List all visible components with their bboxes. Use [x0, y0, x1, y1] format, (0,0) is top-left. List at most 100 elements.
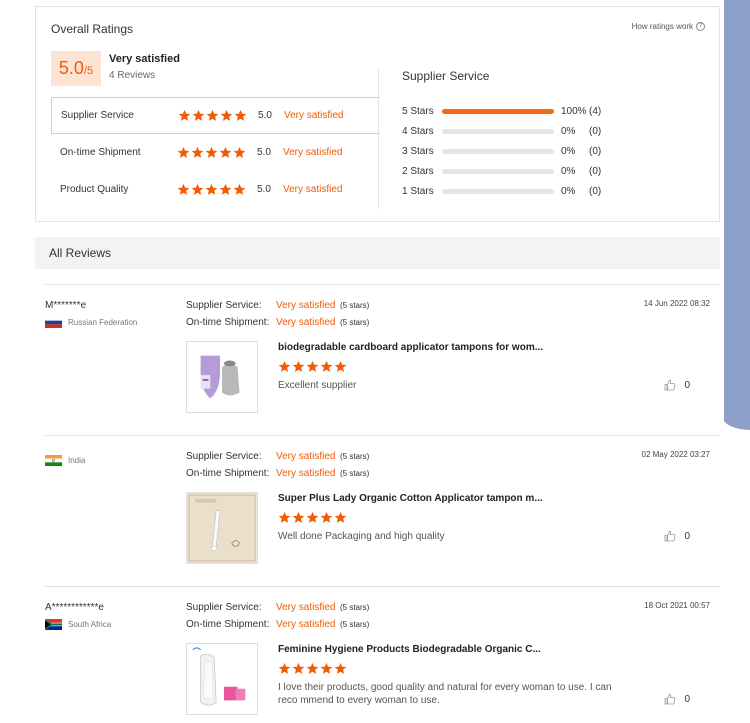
breakdown-bar	[442, 128, 554, 134]
star-icon	[177, 183, 190, 196]
star-icon	[306, 662, 319, 675]
breakdown-percent: 100%	[561, 105, 587, 117]
breakdown-count: (0)	[589, 165, 602, 177]
meta-label: On-time Shipment:	[186, 468, 270, 479]
like-button[interactable]: 0	[664, 530, 690, 542]
star-icon	[177, 146, 190, 159]
star-icon	[178, 109, 191, 122]
star-icon	[205, 146, 218, 159]
side-decoration	[722, 0, 750, 430]
breakdown-row[interactable]: 3 Stars 0% (0)	[402, 141, 632, 161]
category-row-product-quality[interactable]: Product Quality 5.0 Very satisfied	[51, 171, 380, 208]
meta-label: Supplier Service:	[186, 602, 262, 613]
category-score: 5.0	[257, 184, 271, 195]
reviewer-country: South Africa	[45, 619, 111, 630]
star-icon	[219, 146, 232, 159]
star-icon	[233, 146, 246, 159]
meta-stars: (5 stars)	[340, 469, 370, 478]
like-button[interactable]: 0	[664, 693, 690, 705]
product-title-link[interactable]: Super Plus Lady Organic Cotton Applicato…	[278, 493, 543, 504]
review-stars	[278, 662, 347, 675]
star-icon	[320, 662, 333, 675]
product-thumbnail[interactable]	[186, 643, 258, 715]
product-title-link[interactable]: Feminine Hygiene Products Biodegradable …	[278, 644, 541, 655]
rating-categories: Supplier Service 5.0 Very satisfied On-t…	[51, 97, 380, 208]
star-icon	[334, 511, 347, 524]
review-text: Well done Packaging and high quality	[278, 531, 445, 542]
thumbs-up-icon[interactable]	[664, 693, 676, 705]
breakdown-count: (0)	[589, 145, 602, 157]
review-date: 02 May 2022 03:27	[641, 450, 711, 459]
star-icon	[334, 662, 347, 675]
help-icon[interactable]: ?	[696, 22, 705, 31]
star-icon	[306, 511, 319, 524]
review-card: A************e South Africa Supplier Ser…	[45, 586, 720, 723]
star-icon	[278, 360, 291, 373]
on-time-shipment-rating: On-time Shipment: Very satisfied (5 star…	[186, 619, 369, 630]
divider	[378, 69, 379, 209]
review-text: Excellent supplier	[278, 380, 357, 391]
category-score: 5.0	[258, 110, 272, 121]
product-thumbnail[interactable]	[186, 341, 258, 413]
reviews-page: Overall Ratings How ratings work ? 5.0 /…	[35, 0, 724, 723]
breakdown-count: (0)	[589, 185, 602, 197]
category-stars	[178, 109, 247, 122]
breakdown-label: 3 Stars	[402, 145, 434, 157]
breakdown-label: 4 Stars	[402, 125, 434, 137]
review-card: India Supplier Service: Very satisfied (…	[45, 435, 720, 585]
reviewer-name: A************e	[45, 602, 104, 613]
overall-review-count: 4 Reviews	[109, 70, 156, 81]
thumbs-up-icon[interactable]	[664, 379, 676, 391]
like-count: 0	[684, 693, 690, 705]
star-icon	[234, 109, 247, 122]
product-title-link[interactable]: biodegradable cardboard applicator tampo…	[278, 342, 543, 353]
meta-label: Supplier Service:	[186, 451, 262, 462]
star-icon	[191, 146, 204, 159]
breakdown-percent: 0%	[561, 185, 576, 197]
star-icon	[334, 360, 347, 373]
star-icon	[278, 662, 291, 675]
breakdown-label: 1 Stars	[402, 185, 434, 197]
breakdown-bar	[442, 148, 554, 154]
star-icon	[205, 183, 218, 196]
breakdown-row[interactable]: 5 Stars 100% (4)	[402, 101, 632, 121]
country-name: India	[68, 456, 86, 465]
meta-stars: (5 stars)	[340, 603, 370, 612]
breakdown-percent: 0%	[561, 125, 576, 137]
review-date: 18 Oct 2021 00:57	[644, 601, 710, 610]
all-reviews-header: All Reviews	[35, 237, 720, 269]
category-row-on-time-shipment[interactable]: On-time Shipment 5.0 Very satisfied	[51, 134, 380, 171]
meta-stars: (5 stars)	[340, 620, 370, 629]
breakdown-bar	[442, 188, 554, 194]
meta-label: On-time Shipment:	[186, 317, 270, 328]
breakdown-row[interactable]: 4 Stars 0% (0)	[402, 121, 632, 141]
star-icon	[233, 183, 246, 196]
meta-value: Very satisfied	[276, 468, 336, 479]
supplier-service-title: Supplier Service	[402, 69, 490, 83]
breakdown-bar-fill	[442, 108, 554, 114]
reviewer-name: M*******e	[45, 300, 87, 311]
product-thumbnail[interactable]	[186, 492, 258, 564]
meta-value: Very satisfied	[276, 619, 336, 630]
thumbs-up-icon[interactable]	[664, 530, 676, 542]
category-desc: Very satisfied	[284, 110, 344, 121]
review-text: I love their products, good quality and …	[278, 682, 612, 706]
how-ratings-work-label[interactable]: How ratings work	[632, 22, 693, 31]
supplier-service-rating: Supplier Service: Very satisfied (5 star…	[186, 451, 369, 462]
how-ratings-work-link[interactable]: How ratings work ?	[632, 22, 705, 31]
star-icon	[206, 109, 219, 122]
review-card: M*******e Russian Federation Supplier Se…	[45, 284, 720, 434]
meta-value: Very satisfied	[276, 300, 336, 311]
breakdown-row[interactable]: 1 Stars 0% (0)	[402, 181, 632, 201]
like-count: 0	[684, 530, 690, 542]
breakdown-row[interactable]: 2 Stars 0% (0)	[402, 161, 632, 181]
star-icon	[320, 360, 333, 373]
category-stars	[177, 183, 246, 196]
review-stars	[278, 360, 347, 373]
reviewer-country: Russian Federation	[45, 317, 137, 328]
like-button[interactable]: 0	[664, 379, 690, 391]
india-flag-icon	[45, 455, 62, 466]
breakdown-percent: 0%	[561, 165, 576, 177]
meta-value: Very satisfied	[276, 602, 336, 613]
category-row-supplier-service[interactable]: Supplier Service 5.0 Very satisfied	[51, 97, 380, 134]
